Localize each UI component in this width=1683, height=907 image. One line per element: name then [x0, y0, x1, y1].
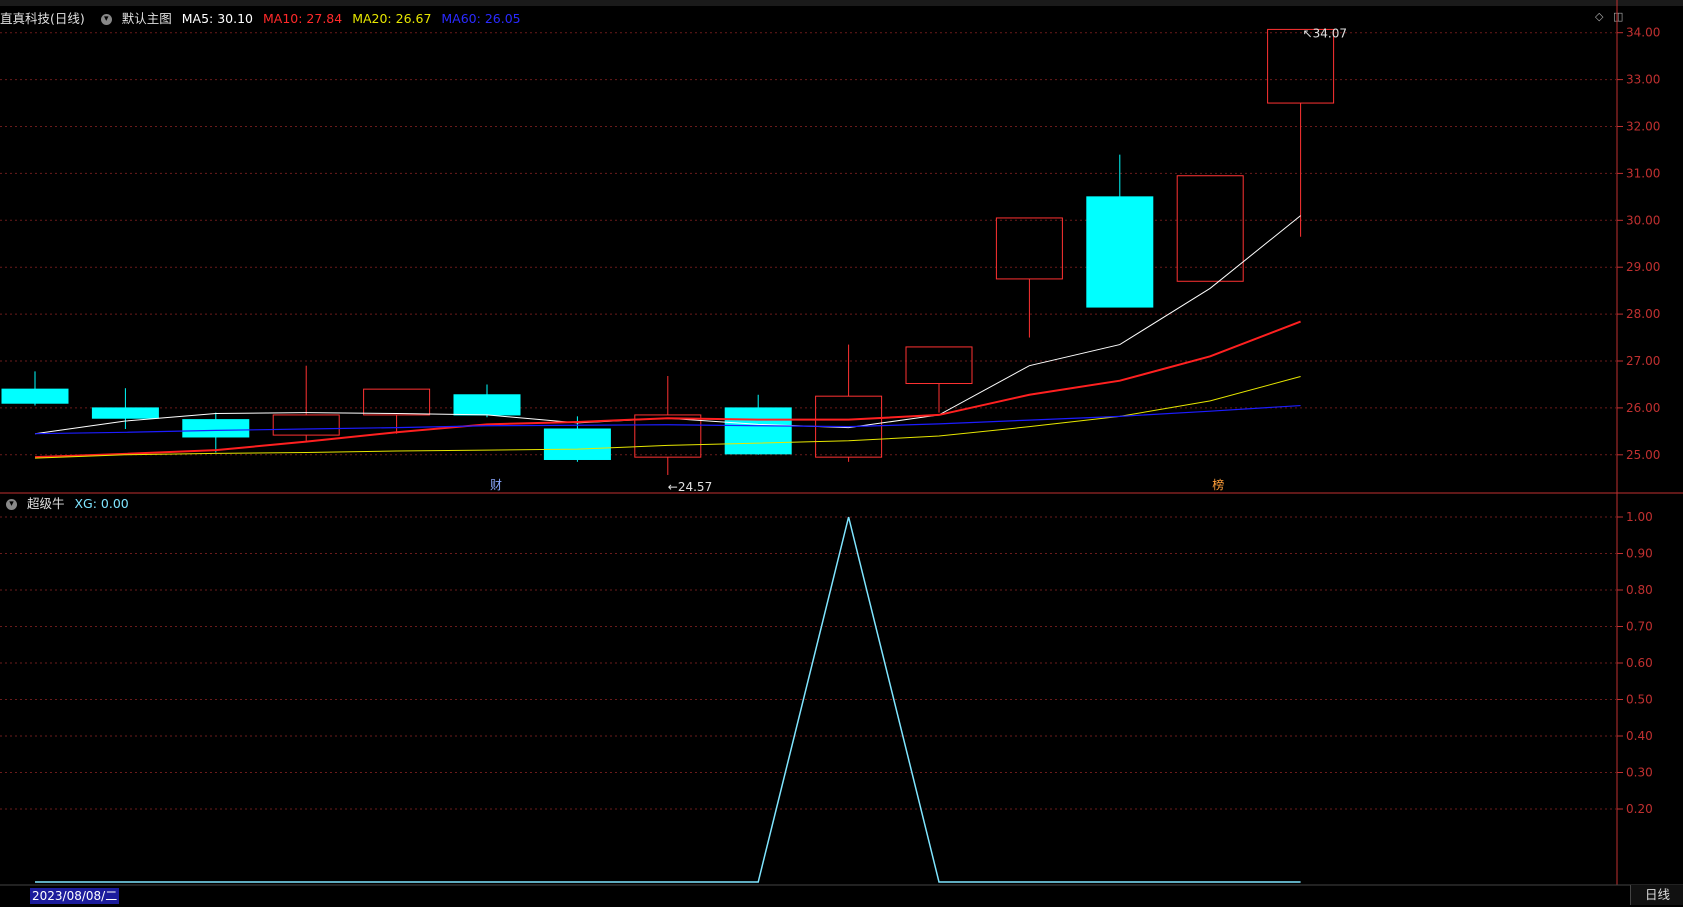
ma5-line	[34, 215, 1301, 435]
y-tick-label: 32.00	[1626, 120, 1660, 134]
y-tick-label: 0.80	[1626, 583, 1653, 597]
y-tick-label: 1.00	[1626, 510, 1653, 524]
candle-body	[363, 388, 431, 416]
low-price-label: ←24.57	[668, 480, 712, 494]
y-tick-label: 28.00	[1626, 307, 1660, 321]
y-tick-label: 30.00	[1626, 213, 1660, 227]
y-tick-label: 0.70	[1626, 620, 1653, 634]
cursor-date-label: 2023/08/08/二	[30, 888, 120, 904]
candle-body	[815, 395, 883, 458]
y-tick-label: 0.60	[1626, 656, 1653, 670]
candle-body	[182, 419, 250, 438]
candlestick-chart[interactable]: 34.00 33.00 32.00 31.00 30.00 29.00 28.00 27.00…	[0, 0, 1683, 907]
y-tick-label: 33.00	[1626, 73, 1660, 87]
ma60-line	[34, 404, 1301, 435]
y-tick-label: 0.30	[1626, 766, 1653, 780]
panel-controls: ◇ ◫	[1595, 10, 1623, 23]
xg-value: XG: 0.00	[74, 496, 129, 511]
candle-body	[905, 346, 973, 385]
y-tick-label: 26.00	[1626, 401, 1660, 415]
indicator-header: ▾ 超级牛 XG: 0.00	[0, 493, 135, 511]
high-price-label: ↖34.07	[1303, 26, 1347, 40]
candle-body	[453, 394, 521, 416]
stock-title[interactable]: 直真科技(日线)	[0, 11, 85, 26]
candle-body	[724, 407, 792, 455]
main-chart-header: 直真科技(日线) ▾ 默认主图 MA5: 30.10 MA10: 27.84 M…	[0, 8, 527, 26]
xg-line	[35, 516, 1301, 883]
top-toolbar-strip	[0, 0, 1683, 6]
candle-body	[543, 428, 611, 460]
ma10-line	[34, 320, 1301, 459]
diamond-icon[interactable]: ◇	[1595, 10, 1603, 23]
y-tick-label: 0.90	[1626, 547, 1653, 561]
y-tick-label: 27.00	[1626, 354, 1660, 368]
candle-body	[1176, 175, 1244, 282]
ma20-line	[34, 375, 1301, 459]
candle-body	[995, 217, 1063, 280]
chart-name[interactable]: 默认主图	[122, 11, 172, 26]
period-label[interactable]: 日线	[1630, 885, 1683, 905]
indicator-name[interactable]: 超级牛	[27, 496, 65, 511]
candle-body	[1, 388, 69, 404]
ma20-value: MA20: 26.67	[352, 11, 432, 26]
candle-body	[1267, 28, 1335, 104]
indicator-menu-icon[interactable]: ▾	[6, 499, 17, 510]
y-tick-label: 25.00	[1626, 448, 1660, 462]
ma10-value: MA10: 27.84	[262, 11, 343, 26]
y-tick-label: 0.20	[1626, 802, 1653, 816]
y-tick-label: 31.00	[1626, 166, 1660, 180]
y-tick-label: 34.00	[1626, 26, 1660, 40]
finance-marker: 财	[490, 478, 502, 492]
y-tick-label: 0.40	[1626, 729, 1653, 743]
ma60-value: MA60: 26.05	[441, 11, 521, 26]
candle-body	[272, 414, 340, 436]
candle-body	[634, 414, 702, 458]
ma5-value: MA5: 30.10	[181, 11, 253, 26]
candle-body	[1086, 196, 1154, 308]
y-tick-label: 0.50	[1626, 693, 1653, 707]
ranking-marker: 榜	[1212, 477, 1224, 492]
y-tick-label: 29.00	[1626, 260, 1660, 274]
candle-body	[91, 407, 159, 419]
window-icon[interactable]: ◫	[1613, 10, 1623, 23]
chart-menu-icon[interactable]: ▾	[100, 14, 112, 25]
